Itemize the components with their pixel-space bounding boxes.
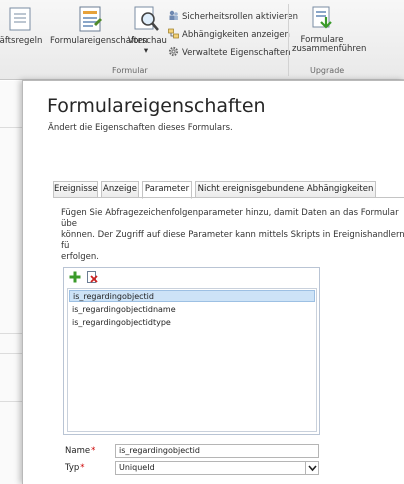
chevron-down-icon [308, 465, 317, 472]
description-line: können. Der Zugriff auf diese Parameter … [61, 230, 404, 251]
ribbon-divider [288, 4, 289, 76]
parameter-list-panel: is_regardingobjectid is_regardingobjecti… [63, 267, 320, 435]
divider [0, 127, 22, 128]
group-label-upgrade: Upgrade [310, 66, 345, 75]
parameter-list[interactable]: is_regardingobjectid is_regardingobjecti… [67, 288, 317, 432]
merge-forms-button[interactable]: Formulare zusammenführen [292, 4, 366, 64]
dialog-subtitle: Ändert die Eigenschaften dieses Formular… [48, 123, 233, 133]
dependencies-icon [168, 28, 179, 39]
business-rules-button[interactable]: äftsregeln [0, 4, 50, 64]
managed-properties-label: Verwaltete Eigenschaften [182, 48, 291, 58]
enable-security-roles-button[interactable]: Sicherheitsrollen aktivieren [168, 10, 298, 23]
dialog-title: Formulareigenschaften [47, 95, 266, 117]
required-marker: * [80, 463, 85, 473]
required-marker: * [91, 446, 96, 456]
type-dropdown-button[interactable] [305, 462, 318, 474]
ribbon: äftsregeln Formulareigenschaften Vorscha… [0, 0, 404, 80]
preview-button[interactable]: Vorschau ▾ [128, 4, 167, 64]
type-label-text: Typ [65, 463, 80, 473]
business-rules-icon [9, 7, 31, 31]
tab-display[interactable]: Anzeige [101, 181, 139, 198]
list-item[interactable]: is_regardingobjectid [69, 290, 315, 302]
tab-events[interactable]: Ereignisse [53, 181, 98, 198]
name-label-text: Name [65, 446, 91, 456]
background-app-area [0, 81, 22, 484]
show-dependencies-button[interactable]: Abhängigkeiten anzeigen [168, 28, 290, 41]
description-line: Fügen Sie Abfragezeichenfolgenparameter … [61, 208, 399, 229]
type-field-label: Typ* [65, 463, 85, 473]
security-roles-icon [169, 10, 178, 20]
tab-panel-border [53, 197, 404, 198]
form-properties-button[interactable]: Formulareigenschaften [50, 4, 148, 64]
merge-forms-label-2: zusammenführen [292, 44, 367, 54]
name-field[interactable]: is_regardingobjectid [115, 444, 319, 458]
type-select-value: UniqueId [119, 463, 155, 472]
description-line: erfolgen. [61, 252, 99, 262]
list-item[interactable]: is_regardingobjectidtype [69, 317, 315, 329]
parameters-description: Fügen Sie Abfragezeichenfolgenparameter … [61, 208, 404, 263]
group-label-formular: Formular [112, 66, 148, 75]
form-properties-dialog: Formulareigenschaften Ändert die Eigensc… [22, 80, 404, 484]
security-roles-label: Sicherheitsrollen aktivieren [182, 12, 299, 22]
gear-icon [168, 46, 179, 57]
managed-properties-button[interactable]: Verwaltete Eigenschaften [168, 46, 290, 59]
dependencies-label: Abhängigkeiten anzeigen [182, 30, 290, 40]
divider [0, 401, 22, 402]
form-properties-icon [79, 6, 102, 32]
list-item[interactable]: is_regardingobjectidname [69, 304, 315, 316]
magnifier-icon [134, 6, 159, 31]
add-icon[interactable] [69, 271, 81, 283]
type-select[interactable]: UniqueId [115, 461, 319, 475]
merge-forms-icon [312, 6, 332, 29]
divider [0, 353, 22, 354]
preview-label: Vorschau [128, 36, 167, 46]
tab-non-event-dependencies[interactable]: Nicht ereignisgebundene Abhängigkeiten [195, 181, 376, 198]
parameter-toolbar [64, 268, 319, 286]
name-field-label: Name* [65, 446, 95, 456]
business-rules-label: äftsregeln [0, 36, 43, 46]
chevron-down-icon: ▾ [143, 46, 149, 56]
divider [0, 333, 22, 334]
delete-icon[interactable] [86, 271, 98, 283]
